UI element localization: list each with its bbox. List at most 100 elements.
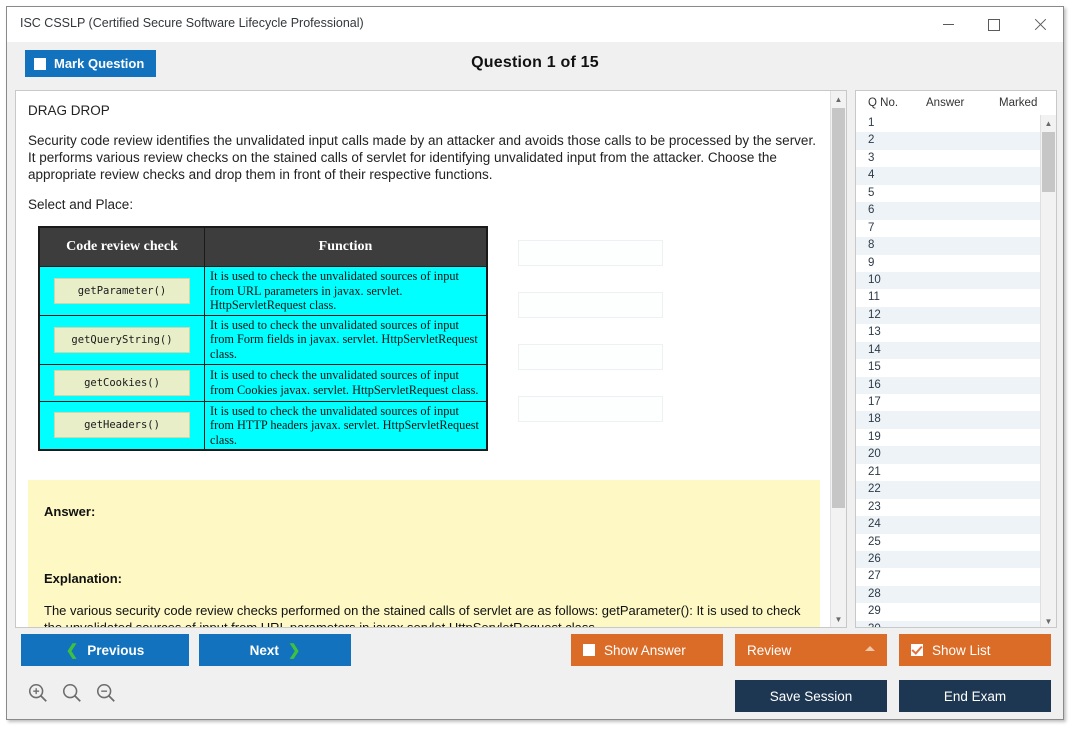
list-scrollbar-thumb[interactable]: [1042, 132, 1055, 192]
show-list-label: Show List: [932, 642, 991, 658]
list-item[interactable]: 14: [856, 341, 1041, 360]
save-session-label: Save Session: [769, 688, 853, 704]
list-item-number: 27: [868, 570, 881, 583]
application-window: ISC CSSLP (Certified Secure Software Lif…: [6, 6, 1064, 720]
list-item[interactable]: 7: [856, 220, 1041, 237]
list-item[interactable]: 19: [856, 429, 1041, 446]
list-item[interactable]: 11: [856, 289, 1041, 306]
question-list-header: Q No. Answer Marked: [856, 91, 1056, 115]
title-bar: ISC CSSLP (Certified Secure Software Lif…: [7, 7, 1063, 43]
review-dropdown[interactable]: Review: [735, 634, 887, 666]
drag-chip-getcookies[interactable]: getCookies(): [54, 369, 190, 396]
list-item[interactable]: 16: [856, 376, 1041, 394]
drag-chip-getparameter[interactable]: getParameter(): [54, 277, 190, 304]
drop-target[interactable]: [518, 240, 663, 266]
drop-target[interactable]: [518, 292, 663, 318]
show-answer-button[interactable]: Show Answer: [571, 634, 723, 666]
list-item-number: 2: [868, 134, 875, 147]
end-exam-button[interactable]: End Exam: [899, 680, 1051, 712]
list-item-number: 24: [868, 518, 881, 531]
window-controls: [925, 7, 1063, 42]
drop-target[interactable]: [518, 344, 663, 370]
list-item-number: 26: [868, 552, 881, 565]
list-item[interactable]: 15: [856, 359, 1041, 376]
list-item-number: 7: [868, 221, 875, 234]
show-list-checkbox-icon[interactable]: [911, 644, 923, 656]
list-scroll-down-icon[interactable]: ▼: [1041, 613, 1056, 627]
list-item[interactable]: 30: [856, 620, 1041, 627]
drag-drop-table: Code review check Function getParameter(…: [38, 226, 488, 452]
drag-chip-getheaders[interactable]: getHeaders(): [54, 412, 190, 439]
list-item-number: 20: [868, 448, 881, 461]
end-exam-label: End Exam: [943, 688, 1007, 704]
list-item-number: 25: [868, 535, 881, 548]
list-column-q-no: Q No.: [868, 97, 899, 109]
list-item-number: 5: [868, 186, 875, 199]
show-answer-label: Show Answer: [604, 642, 686, 658]
list-column-marked: Marked: [999, 97, 1038, 109]
list-item[interactable]: 23: [856, 499, 1041, 516]
close-icon[interactable]: [1017, 7, 1063, 42]
list-item[interactable]: 29: [856, 603, 1041, 620]
save-session-button[interactable]: Save Session: [735, 680, 887, 712]
table-header-row: Code review check Function: [38, 226, 488, 267]
table-row: getCookies() It is used to check the unv…: [38, 363, 488, 402]
list-item[interactable]: 28: [856, 585, 1041, 604]
list-item[interactable]: 17: [856, 394, 1041, 411]
list-item[interactable]: 1: [856, 115, 1041, 132]
list-item[interactable]: 12: [856, 306, 1041, 325]
list-item[interactable]: 21: [856, 464, 1041, 481]
chevron-up-icon: [865, 646, 875, 651]
list-item-number: 9: [868, 256, 875, 269]
list-item[interactable]: 8: [856, 237, 1041, 255]
list-item-number: 19: [868, 430, 881, 443]
list-item[interactable]: 10: [856, 271, 1041, 290]
list-item[interactable]: 26: [856, 550, 1041, 569]
list-item[interactable]: 4: [856, 167, 1041, 185]
list-scroll-up-icon[interactable]: ▲: [1041, 115, 1056, 131]
function-cell: It is used to check the unvalidated sour…: [204, 400, 488, 451]
show-list-button[interactable]: Show List: [899, 634, 1051, 666]
zoom-in-icon[interactable]: [27, 682, 49, 704]
scroll-down-icon[interactable]: ▼: [831, 611, 846, 627]
table-row: getParameter() It is used to check the u…: [38, 266, 488, 316]
table-row: getQueryString() It is used to check the…: [38, 314, 488, 365]
list-item[interactable]: 9: [856, 255, 1041, 272]
maximize-icon[interactable]: [971, 7, 1017, 42]
drop-target[interactable]: [518, 396, 663, 422]
list-item[interactable]: 5: [856, 185, 1041, 202]
list-item-number: 1: [868, 117, 875, 129]
question-list-scrollbar[interactable]: ▲ ▼: [1040, 115, 1056, 627]
drag-chip-getquerystring[interactable]: getQueryString(): [54, 326, 190, 353]
zoom-reset-icon[interactable]: [61, 682, 83, 704]
list-item[interactable]: 13: [856, 324, 1041, 341]
list-item-number: 29: [868, 605, 881, 618]
list-column-answer: Answer: [926, 97, 965, 109]
list-item[interactable]: 24: [856, 516, 1041, 534]
list-item-number: 6: [868, 204, 875, 217]
question-header-bar: Mark Question Question 1 of 15: [7, 42, 1063, 90]
next-button[interactable]: Next ❯: [199, 634, 351, 666]
question-paragraph: Security code review identifies the unva…: [28, 133, 816, 182]
table-row: getHeaders() It is used to check the unv…: [38, 400, 488, 451]
question-list-body: 1 2 3 4 5 6 7 8 9 10 11 12 13 14 15 16 17 18 19 20 21 22 23 24 2…: [856, 115, 1041, 627]
list-item-number: 28: [868, 587, 881, 600]
question-body: Security code review identifies the unva…: [28, 132, 820, 213]
list-item[interactable]: 6: [856, 202, 1041, 220]
list-item[interactable]: 2: [856, 132, 1041, 150]
review-label: Review: [747, 642, 792, 658]
minimize-icon[interactable]: [925, 7, 971, 42]
list-item[interactable]: 27: [856, 568, 1041, 585]
zoom-controls: [27, 682, 117, 704]
previous-button[interactable]: ❮ Previous: [21, 634, 189, 666]
content-scrollbar[interactable]: ▲ ▼: [830, 91, 846, 627]
list-item[interactable]: 25: [856, 534, 1041, 551]
list-item[interactable]: 20: [856, 446, 1041, 464]
show-answer-checkbox-icon[interactable]: [583, 644, 595, 656]
list-item[interactable]: 22: [856, 481, 1041, 499]
list-item[interactable]: 18: [856, 411, 1041, 429]
list-item[interactable]: 3: [856, 150, 1041, 167]
zoom-out-icon[interactable]: [95, 682, 117, 704]
scroll-up-icon[interactable]: ▲: [831, 91, 846, 107]
scrollbar-thumb[interactable]: [832, 108, 845, 508]
